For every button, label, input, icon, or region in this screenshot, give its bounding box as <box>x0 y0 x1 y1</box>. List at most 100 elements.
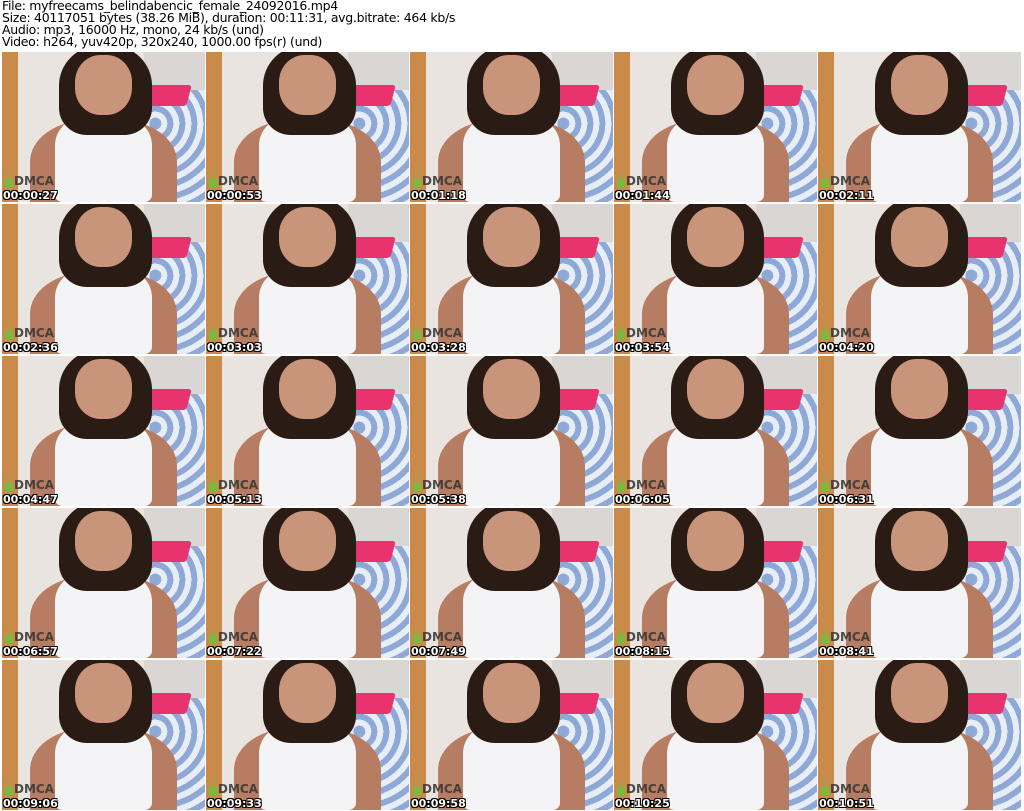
person-face <box>687 359 744 419</box>
dmca-watermark: DMCA <box>617 781 666 796</box>
lock-icon <box>413 173 421 188</box>
lock-icon <box>5 325 13 340</box>
person-face <box>483 663 540 723</box>
video-frame-thumbnail: DMCA 00:02:36 <box>2 204 205 354</box>
person-face <box>75 359 132 419</box>
frame-timestamp: 00:03:28 <box>411 341 466 354</box>
video-frame-thumbnail: DMCA 00:03:54 <box>614 204 817 354</box>
video-frame-thumbnail: DMCA 00:06:57 <box>2 508 205 658</box>
frame-timestamp: 00:00:53 <box>207 189 262 202</box>
person-face <box>279 663 336 723</box>
dmca-watermark: DMCA <box>209 477 258 492</box>
lock-icon <box>209 477 217 492</box>
person-face <box>687 207 744 267</box>
video-frame-thumbnail: DMCA 00:04:20 <box>818 204 1021 354</box>
dmca-watermark: DMCA <box>5 325 54 340</box>
frame-timestamp: 00:01:44 <box>615 189 670 202</box>
video-frame-thumbnail: DMCA 00:01:44 <box>614 52 817 202</box>
video-frame-thumbnail: DMCA 00:03:28 <box>410 204 613 354</box>
lock-icon <box>5 173 13 188</box>
video-frame-thumbnail: DMCA 00:06:05 <box>614 356 817 506</box>
dmca-watermark: DMCA <box>821 173 870 188</box>
frame-timestamp: 00:04:47 <box>3 493 58 506</box>
frame-timestamp: 00:05:13 <box>207 493 262 506</box>
dmca-watermark: DMCA <box>821 781 870 796</box>
person-face <box>483 359 540 419</box>
frame-timestamp: 00:06:05 <box>615 493 670 506</box>
video-frame-thumbnail: DMCA 00:03:03 <box>206 204 409 354</box>
dmca-watermark: DMCA <box>209 173 258 188</box>
lock-icon <box>821 781 829 796</box>
dmca-watermark: DMCA <box>617 173 666 188</box>
lock-icon <box>5 781 13 796</box>
dmca-watermark: DMCA <box>413 781 462 796</box>
dmca-watermark: DMCA <box>209 629 258 644</box>
dmca-watermark: DMCA <box>5 477 54 492</box>
person-face <box>279 359 336 419</box>
frame-timestamp: 00:08:15 <box>615 645 670 658</box>
video-frame-thumbnail: DMCA 00:00:27 <box>2 52 205 202</box>
video-frame-thumbnail: DMCA 00:10:25 <box>614 660 817 810</box>
dmca-watermark: DMCA <box>413 629 462 644</box>
person-face <box>279 55 336 115</box>
thumbnail-grid: DMCA 00:00:27 DMCA 00:00:53 DMCA 00:01:18 DMCA… <box>2 52 1021 810</box>
video-frame-thumbnail: DMCA 00:10:51 <box>818 660 1021 810</box>
lock-icon <box>617 629 625 644</box>
lock-icon <box>209 173 217 188</box>
person-face <box>687 663 744 723</box>
dmca-watermark: DMCA <box>5 173 54 188</box>
frame-timestamp: 00:01:18 <box>411 189 466 202</box>
video-frame-thumbnail: DMCA 00:05:13 <box>206 356 409 506</box>
dmca-watermark: DMCA <box>413 325 462 340</box>
person-face <box>75 207 132 267</box>
frame-timestamp: 00:02:11 <box>819 189 874 202</box>
dmca-watermark: DMCA <box>821 325 870 340</box>
frame-timestamp: 00:03:03 <box>207 341 262 354</box>
lock-icon <box>617 325 625 340</box>
frame-timestamp: 00:08:41 <box>819 645 874 658</box>
video-frame-thumbnail: DMCA 00:08:15 <box>614 508 817 658</box>
frame-timestamp: 00:06:31 <box>819 493 874 506</box>
person-face <box>75 55 132 115</box>
person-face <box>279 207 336 267</box>
lock-icon <box>413 477 421 492</box>
dmca-watermark: DMCA <box>821 477 870 492</box>
video-frame-thumbnail: DMCA 00:04:47 <box>2 356 205 506</box>
video-frame-thumbnail: DMCA 00:08:41 <box>818 508 1021 658</box>
person-face <box>75 511 132 571</box>
lock-icon <box>209 629 217 644</box>
lock-icon <box>821 325 829 340</box>
video-frame-thumbnail: DMCA 00:05:38 <box>410 356 613 506</box>
lock-icon <box>413 325 421 340</box>
frame-timestamp: 00:10:51 <box>819 797 874 810</box>
frame-timestamp: 00:10:25 <box>615 797 670 810</box>
lock-icon <box>413 629 421 644</box>
dmca-watermark: DMCA <box>617 629 666 644</box>
person-face <box>279 511 336 571</box>
lock-icon <box>209 325 217 340</box>
video-frame-thumbnail: DMCA 00:00:53 <box>206 52 409 202</box>
person-face <box>891 663 948 723</box>
person-face <box>483 207 540 267</box>
video-frame-thumbnail: DMCA 00:09:33 <box>206 660 409 810</box>
lock-icon <box>209 781 217 796</box>
frame-timestamp: 00:09:33 <box>207 797 262 810</box>
lock-icon <box>617 173 625 188</box>
dmca-watermark: DMCA <box>5 781 54 796</box>
dmca-watermark: DMCA <box>821 629 870 644</box>
frame-timestamp: 00:07:49 <box>411 645 466 658</box>
frame-timestamp: 00:09:06 <box>3 797 58 810</box>
person-face <box>891 359 948 419</box>
frame-timestamp: 00:03:54 <box>615 341 670 354</box>
video-frame-thumbnail: DMCA 00:07:49 <box>410 508 613 658</box>
frame-timestamp: 00:05:38 <box>411 493 466 506</box>
video-frame-thumbnail: DMCA 00:09:06 <box>2 660 205 810</box>
dmca-watermark: DMCA <box>209 325 258 340</box>
frame-timestamp: 00:02:36 <box>3 341 58 354</box>
frame-timestamp: 00:04:20 <box>819 341 874 354</box>
file-info-header: File: myfreecams_belindabencic_female_24… <box>2 0 455 48</box>
video-frame-thumbnail: DMCA 00:06:31 <box>818 356 1021 506</box>
person-face <box>687 511 744 571</box>
dmca-watermark: DMCA <box>5 629 54 644</box>
person-face <box>891 511 948 571</box>
